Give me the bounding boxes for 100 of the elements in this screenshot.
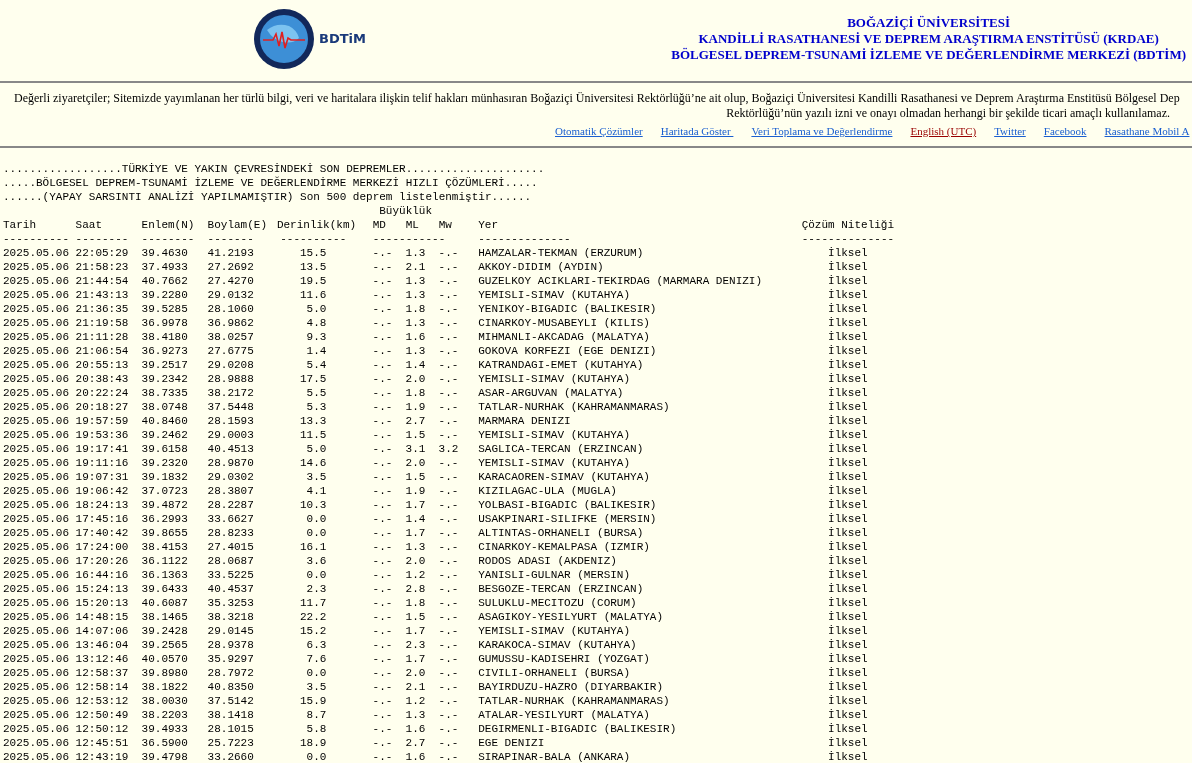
magnitude-cell: 1.7 bbox=[405, 527, 426, 539]
date-cell: 2025.05.06 bbox=[3, 429, 69, 441]
latitude-cell: 36.2993 bbox=[141, 513, 188, 525]
longitude-cell: 37.5142 bbox=[207, 695, 254, 707]
nav-link[interactable]: Otomatik Çözümler bbox=[555, 124, 643, 139]
latitude-cell: 38.1822 bbox=[141, 681, 188, 693]
latitude-cell: 39.1832 bbox=[141, 471, 188, 483]
magnitude-cell: -.- bbox=[372, 653, 393, 665]
location-cell: ASAR-ARGUVAN (MALATYA) bbox=[478, 387, 624, 399]
location-cell: CIVILI-ORHANELI (BURSA) bbox=[478, 667, 631, 679]
time-cell: 14:07:06 bbox=[75, 625, 129, 637]
time-cell: 18:24:13 bbox=[75, 499, 129, 511]
nav-link[interactable]: Twitter bbox=[994, 124, 1026, 139]
depth-cell: 3.5 bbox=[306, 471, 327, 483]
depth-cell: 8.7 bbox=[306, 709, 327, 721]
longitude-cell: 28.2287 bbox=[207, 499, 254, 511]
solution-type-cell: İlksel bbox=[828, 527, 868, 539]
location-cell: YEMISLI-SIMAV (KUTAHYA) bbox=[478, 289, 631, 301]
date-cell: 2025.05.06 bbox=[3, 527, 69, 539]
magnitude-cell: 1.5 bbox=[405, 471, 426, 483]
longitude-cell: 37.5448 bbox=[207, 401, 254, 413]
magnitude-cell: -.- bbox=[438, 247, 459, 259]
nav-link[interactable]: English (UTC) bbox=[910, 124, 977, 139]
magnitude-cell: -.- bbox=[438, 373, 459, 385]
column-header: Yer bbox=[478, 219, 499, 231]
logo-text: BDTiM bbox=[319, 30, 366, 49]
magnitude-cell: 1.6 bbox=[405, 331, 426, 343]
column-header: Derinlik(km) bbox=[276, 219, 357, 231]
time-cell: 12:58:14 bbox=[75, 681, 129, 693]
date-cell: 2025.05.06 bbox=[3, 667, 69, 679]
magnitude-cell: 2.0 bbox=[405, 667, 426, 679]
latitude-cell: 38.0748 bbox=[141, 401, 188, 413]
depth-cell: 22.2 bbox=[300, 611, 327, 623]
magnitude-cell: -.- bbox=[372, 443, 393, 455]
latitude-cell: 39.2280 bbox=[141, 289, 188, 301]
solution-type-cell: İlksel bbox=[828, 275, 868, 287]
longitude-cell: 40.4513 bbox=[207, 443, 254, 455]
depth-cell: 3.6 bbox=[306, 555, 327, 567]
latitude-cell: 36.1122 bbox=[141, 555, 188, 567]
depth-cell: 6.3 bbox=[306, 639, 327, 651]
magnitude-cell: 1.7 bbox=[405, 499, 426, 511]
magnitude-cell: 1.9 bbox=[405, 401, 426, 413]
header-rule: -------------- bbox=[801, 233, 895, 245]
longitude-cell: 40.4537 bbox=[207, 583, 254, 595]
magnitude-cell: -.- bbox=[372, 373, 393, 385]
solution-type-cell: İlksel bbox=[828, 723, 868, 735]
nav-link[interactable]: Rasathane Mobil A bbox=[1104, 124, 1190, 139]
time-cell: 12:45:51 bbox=[75, 737, 129, 749]
magnitude-cell: -.- bbox=[438, 485, 459, 497]
magnitude-cell: -.- bbox=[372, 681, 393, 693]
nav-link[interactable]: Veri Toplama ve Değerlendirme bbox=[751, 124, 893, 139]
latitude-cell: 39.2565 bbox=[141, 639, 188, 651]
longitude-cell: 29.0302 bbox=[207, 471, 254, 483]
location-cell: SAGLICA-TERCAN (ERZINCAN) bbox=[478, 443, 644, 455]
latitude-cell: 38.4180 bbox=[141, 331, 188, 343]
magnitude-cell: -.- bbox=[438, 639, 459, 651]
latitude-cell: 39.6158 bbox=[141, 443, 188, 455]
time-cell: 12:50:12 bbox=[75, 723, 129, 735]
magnitude-cell: 1.9 bbox=[405, 485, 426, 497]
latitude-cell: 39.8980 bbox=[141, 667, 188, 679]
magnitude-cell: 1.4 bbox=[405, 359, 426, 371]
longitude-cell: 41.2193 bbox=[207, 247, 254, 259]
magnitude-cell: -.- bbox=[438, 303, 459, 315]
location-cell: RODOS ADASI (AKDENIZ) bbox=[478, 555, 617, 567]
date-cell: 2025.05.06 bbox=[3, 597, 69, 609]
date-cell: 2025.05.06 bbox=[3, 611, 69, 623]
magnitude-cell: -.- bbox=[372, 709, 393, 721]
nav-link[interactable]: Facebook bbox=[1043, 124, 1087, 139]
date-cell: 2025.05.06 bbox=[3, 681, 69, 693]
magnitude-cell: -.- bbox=[372, 359, 393, 371]
nav-link[interactable]: Haritada Göster bbox=[660, 124, 734, 139]
magnitude-cell: -.- bbox=[372, 261, 393, 273]
location-cell: GOKOVA KORFEZI (EGE DENIZI) bbox=[478, 345, 657, 357]
magnitude-cell: 1.8 bbox=[405, 387, 426, 399]
magnitude-cell: -.- bbox=[372, 513, 393, 525]
magnitude-cell: -.- bbox=[438, 541, 459, 553]
solution-type-cell: İlksel bbox=[828, 681, 868, 693]
depth-cell: 11.5 bbox=[300, 429, 327, 441]
longitude-cell: 28.1015 bbox=[207, 723, 254, 735]
magnitude-cell: 1.3 bbox=[405, 541, 426, 553]
latitude-cell: 38.4153 bbox=[141, 541, 188, 553]
logo-icon bbox=[253, 8, 315, 70]
listing-title: ......(YAPAY SARSINTI ANALİZİ YAPILMAMIŞTIR) Son 500 deprem listelenmiştir...... bbox=[3, 191, 532, 203]
location-cell: KARACAOREN-SIMAV (KUTAHYA) bbox=[478, 471, 650, 483]
depth-cell: 15.5 bbox=[300, 247, 327, 259]
column-header: Boylam(E) bbox=[207, 219, 268, 231]
longitude-cell: 29.0003 bbox=[207, 429, 254, 441]
location-cell: TATLAR-NURHAK (KAHRAMANMARAS) bbox=[478, 695, 670, 707]
magnitude-cell: 1.3 bbox=[405, 289, 426, 301]
time-cell: 12:43:19 bbox=[75, 751, 129, 763]
magnitude-cell: 2.0 bbox=[405, 457, 426, 469]
depth-cell: 1.4 bbox=[306, 345, 327, 357]
depth-cell: 5.4 bbox=[306, 359, 327, 371]
magnitude-cell: -.- bbox=[438, 429, 459, 441]
magnitude-cell: 2.8 bbox=[405, 583, 426, 595]
latitude-cell: 39.4630 bbox=[141, 247, 188, 259]
location-cell: DEGIRMENLI-BIGADIC (BALIKESIR) bbox=[478, 723, 677, 735]
longitude-cell: 36.9862 bbox=[207, 317, 254, 329]
location-cell: YEMISLI-SIMAV (KUTAHYA) bbox=[478, 457, 631, 469]
magnitude-cell: -.- bbox=[372, 247, 393, 259]
